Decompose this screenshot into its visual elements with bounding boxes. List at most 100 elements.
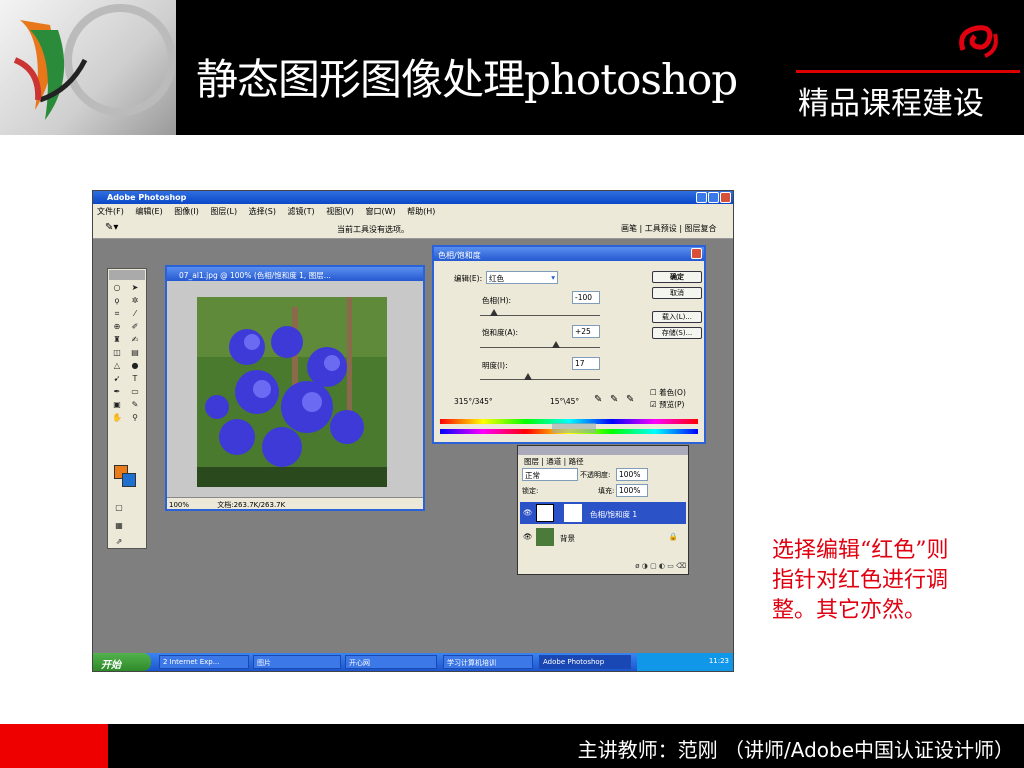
toolbox: ○ ➤ ϙ ✲ ⌗ ⁄ ⊕ ✐ ♜ ✍ ◫ ▤ △ ● ➹ T ✒ ▭ ▣ ✎ ✋ ⚲ ▢ ▦ ⇗ — [107, 268, 147, 549]
hand-tool-icon[interactable]: ✋ — [110, 412, 124, 423]
notes-tool-icon[interactable]: ▣ — [110, 399, 124, 410]
saturation-slider-track[interactable] — [480, 347, 600, 348]
brush-tool-icon[interactable]: ✐ — [128, 321, 142, 332]
hue-label: 色相(H): — [482, 296, 512, 305]
eyedropper-icon[interactable]: ✎ — [594, 394, 602, 405]
crop-tool-icon[interactable]: ⌗ — [110, 308, 124, 319]
palette-well-tabs[interactable]: 画笔 | 工具预设 | 图层复合 — [621, 223, 717, 234]
task-pictures[interactable]: 图片 — [253, 655, 341, 669]
slice-tool-icon[interactable]: ⁄ — [128, 308, 142, 319]
layers-footer-icons[interactable]: ø ◑ ▢ ◐ ▭ ⌫ — [520, 562, 686, 572]
zoom-level[interactable]: 100% — [169, 501, 189, 509]
footer-bar: 主讲教师：范刚 （讲师/Adobe中国认证设计师） — [0, 724, 1024, 768]
saturation-label: 饱和度(A): — [482, 328, 519, 337]
layer-name-hue: 色相/饱和度 1 — [590, 510, 638, 519]
lasso-tool-icon[interactable]: ϙ — [110, 295, 124, 306]
dialog-close-icon[interactable] — [691, 248, 702, 259]
menu-layer[interactable]: 图层(L) — [210, 207, 237, 216]
teacher-credit: 主讲教师：范刚 （讲师/Adobe中国认证设计师） — [577, 738, 1014, 762]
system-tray: 11:23 — [637, 653, 733, 671]
footer-accent-block — [0, 724, 108, 768]
course-subtitle: 精品课程建设 — [798, 86, 984, 122]
photoshop-screenshot: Adobe Photoshop 文件(F) 编辑(E) 图像(I) 图层(L) … — [92, 190, 734, 672]
move-tool-icon[interactable]: ➤ — [128, 282, 142, 293]
colorize-label: 着色(O) — [659, 388, 686, 397]
menu-edit[interactable]: 编辑(E) — [135, 207, 162, 216]
menu-help[interactable]: 帮助(H) — [407, 207, 435, 216]
menu-image[interactable]: 图像(I) — [174, 207, 199, 216]
gradient-tool-icon[interactable]: ▤ — [128, 347, 142, 358]
background-color-swatch[interactable] — [122, 473, 136, 487]
page-title: 静态图形图像处理photoshop — [196, 55, 738, 104]
healing-tool-icon[interactable]: ⊕ — [110, 321, 124, 332]
feather-logo-image — [0, 0, 176, 135]
opacity-field[interactable]: 100% — [616, 468, 648, 481]
lightness-slider-track[interactable] — [480, 379, 600, 380]
jump-to-imageready-icon[interactable]: ⇗ — [112, 536, 126, 547]
layers-tabs[interactable]: 图层 | 通道 | 路径 — [524, 456, 584, 467]
task-happy[interactable]: 开心网 — [345, 655, 437, 669]
cancel-button[interactable]: 取消 — [652, 287, 702, 299]
edit-channel-select[interactable]: 红色 ▾ — [486, 271, 558, 284]
eraser-tool-icon[interactable]: ◫ — [110, 347, 124, 358]
menu-view[interactable]: 视图(V) — [326, 207, 354, 216]
layer-row-background[interactable]: 👁 背景 🔒 — [520, 526, 686, 548]
range-right: 15°\45° — [550, 397, 580, 406]
type-tool-icon[interactable]: T — [128, 373, 142, 384]
shape-tool-icon[interactable]: ▭ — [128, 386, 142, 397]
hue-slider-track[interactable] — [480, 315, 600, 316]
preview-checkbox[interactable]: ☑ 预览(P) — [650, 399, 684, 410]
start-button[interactable]: 开始 — [93, 653, 151, 671]
hue-slider-thumb[interactable] — [490, 309, 498, 316]
options-hint: 当前工具没有选项。 — [337, 225, 409, 234]
blur-tool-icon[interactable]: △ — [110, 360, 124, 371]
load-button[interactable]: 载入(L)... — [652, 311, 702, 323]
photoshop-title-bar: Adobe Photoshop — [93, 191, 733, 204]
screen-mode-icon[interactable]: ▦ — [112, 520, 126, 531]
path-select-icon[interactable]: ➹ — [110, 373, 124, 384]
layer-row-hue[interactable]: 👁 色相/饱和度 1 — [520, 502, 686, 524]
stamp-tool-icon[interactable]: ♜ — [110, 334, 124, 345]
eyedropper-plus-icon[interactable]: ✎ — [610, 394, 618, 405]
colorize-checkbox[interactable]: ☐ 着色(O) — [650, 387, 686, 398]
eyedropper-minus-icon[interactable]: ✎ — [626, 394, 634, 405]
lightness-field[interactable]: 17 — [572, 357, 600, 370]
document-title[interactable]: 07_al1.jpg @ 100% (色相/饱和度 1, 图层... — [167, 267, 423, 281]
quickmask-icon[interactable]: ▢ — [112, 502, 126, 513]
clock: 11:23 — [708, 657, 729, 665]
minimize-icon[interactable] — [696, 192, 707, 203]
close-icon[interactable] — [720, 192, 731, 203]
toolbox-header — [109, 270, 145, 280]
hue-dialog-title: 色相/饱和度 — [434, 247, 704, 261]
magic-wand-icon[interactable]: ✲ — [128, 295, 142, 306]
marquee-tool-icon[interactable]: ○ — [110, 282, 124, 293]
eye-icon[interactable]: 👁 — [523, 532, 533, 541]
range-slider[interactable] — [552, 423, 596, 433]
save-button[interactable]: 存储(S)... — [652, 327, 702, 339]
header-bar: 静态图形图像处理photoshop 精品课程建设 — [0, 0, 1024, 135]
history-brush-icon[interactable]: ✍ — [128, 334, 142, 345]
hue-field[interactable]: -100 — [572, 291, 600, 304]
options-bar: ✎▾ 当前工具没有选项。 画笔 | 工具预设 | 图层复合 — [93, 217, 733, 239]
ok-button[interactable]: 确定 — [652, 271, 702, 283]
menu-window[interactable]: 窗口(W) — [365, 207, 395, 216]
saturation-field[interactable]: +25 — [572, 325, 600, 338]
pen-tool-icon[interactable]: ✒ — [110, 386, 124, 397]
blend-mode-select[interactable]: 正常 — [522, 468, 578, 481]
task-internet-explorer[interactable]: 2 Internet Exp... — [159, 655, 249, 669]
eyedropper-icon[interactable]: ✎ — [128, 399, 142, 410]
eyedropper-tool-icon[interactable]: ✎▾ — [105, 222, 118, 233]
task-photoshop[interactable]: Adobe Photoshop — [539, 655, 631, 669]
saturation-slider-thumb[interactable] — [552, 341, 560, 348]
fill-field[interactable]: 100% — [616, 484, 648, 497]
menu-filter[interactable]: 滤镜(T) — [288, 207, 315, 216]
dodge-tool-icon[interactable]: ● — [128, 360, 142, 371]
task-training[interactable]: 学习计算机培训 — [443, 655, 533, 669]
document-size: 文档:263.7K/263.7K — [217, 501, 286, 509]
lightness-slider-thumb[interactable] — [524, 373, 532, 380]
zoom-tool-icon[interactable]: ⚲ — [128, 412, 142, 423]
menu-select[interactable]: 选择(S) — [249, 207, 276, 216]
menu-file[interactable]: 文件(F) — [97, 207, 124, 216]
maximize-icon[interactable] — [708, 192, 719, 203]
eye-icon[interactable]: 👁 — [523, 508, 533, 517]
